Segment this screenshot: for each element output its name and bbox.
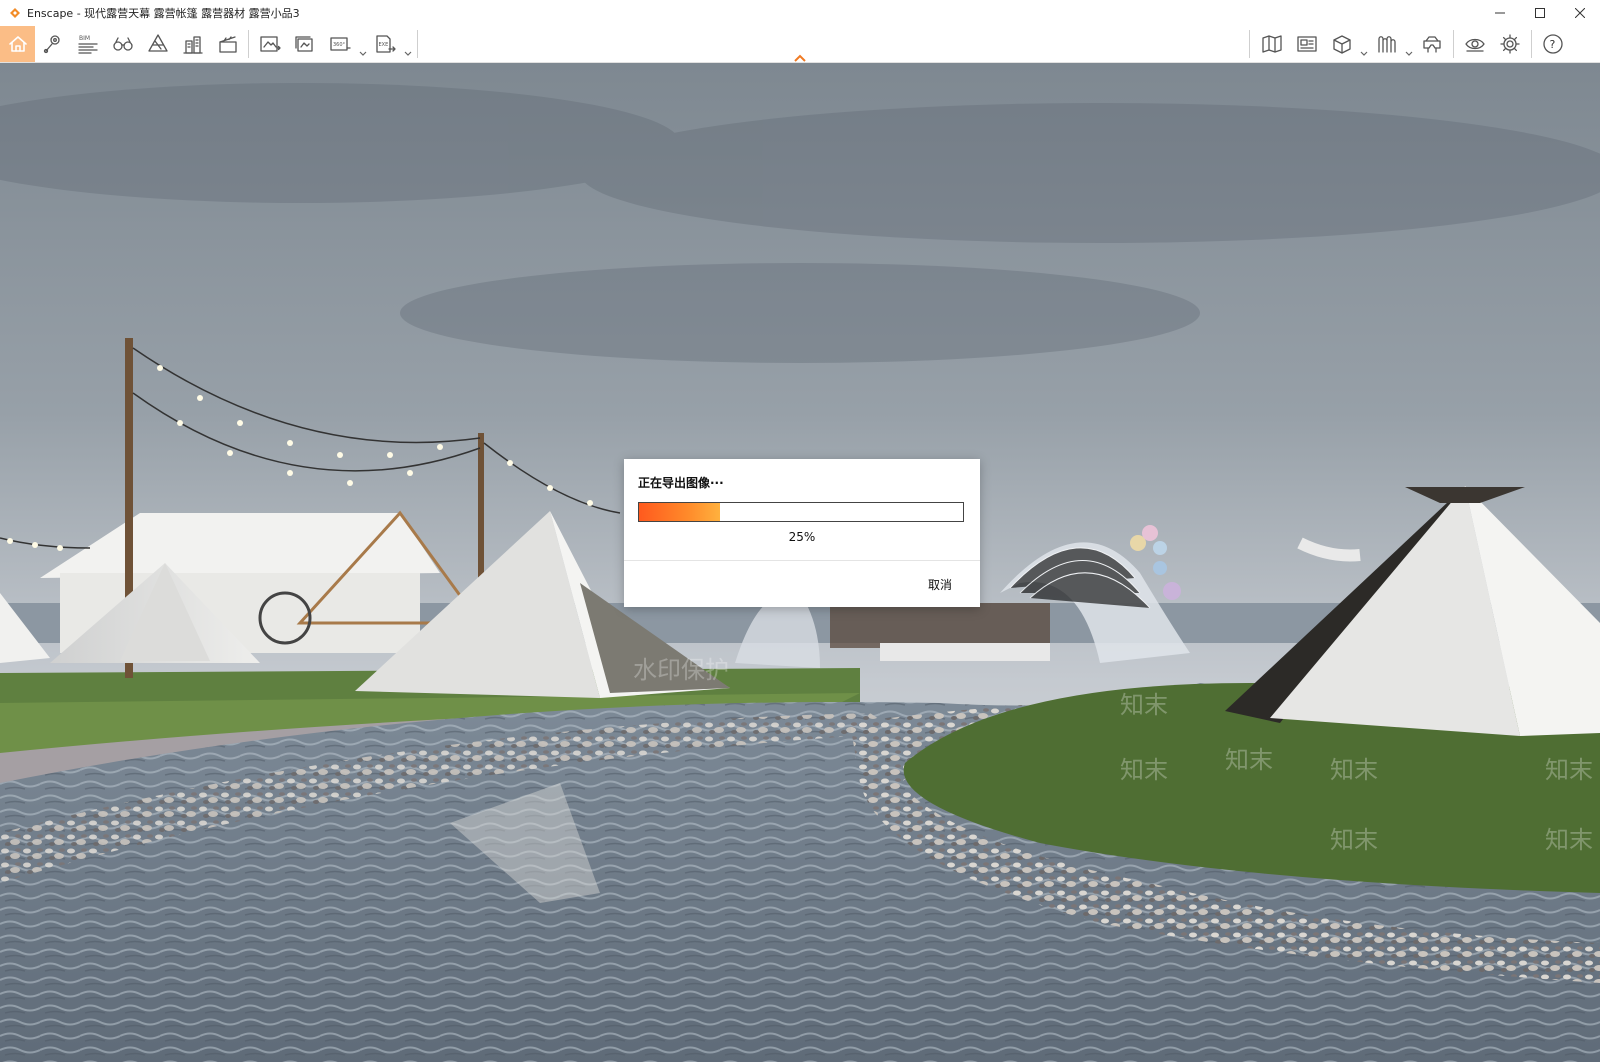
chevron-down-icon [404,51,412,56]
watermark-text: 知末 [1225,746,1273,774]
progress-fill [639,503,720,521]
chevron-down-icon [1405,51,1413,56]
batch-render-icon [295,36,313,52]
panorama-icon-label: 360° [333,42,346,48]
toolbar-separator [1453,30,1454,58]
toolbar-separator [248,30,249,58]
minimize-button[interactable] [1480,0,1520,26]
cube-button[interactable] [1329,27,1355,61]
chevron-down-icon [359,51,367,56]
video-editor-button[interactable] [215,27,241,61]
panorama-button[interactable]: 360° [327,27,353,61]
visual-settings-dropdown[interactable] [1405,42,1413,56]
batch-render-button[interactable] [292,27,318,61]
views-button[interactable] [40,27,66,61]
map-pin-icon [43,35,60,54]
panorama-360-icon: 360° [330,37,351,51]
visual-settings-icon [1378,36,1396,53]
map-button[interactable] [1259,27,1285,61]
screenshot-button[interactable] [257,27,283,61]
enscape-logo-icon [10,8,20,18]
minimize-icon [1495,12,1505,14]
buildings-icon [183,36,203,54]
cancel-button[interactable]: 取消 [928,576,952,593]
export-progress-dialog: 正在导出图像··· 25% 取消 [624,459,980,607]
exe-icon-label: EXE [379,42,389,48]
screenshot-icon [260,36,281,52]
watermark-text: 水印保护 [633,656,729,684]
toolbar-separator [417,30,418,58]
settings-button[interactable] [1497,27,1523,61]
export-dropdown[interactable] [404,42,412,56]
panorama-dropdown[interactable] [359,42,367,56]
watermark-text: 知末 [1120,691,1168,719]
dialog-title: 正在导出图像··· [638,476,724,490]
collapse-toolbar-button[interactable] [793,48,807,62]
home-icon [8,36,27,52]
bim-button[interactable]: BIM [75,27,101,61]
dialog-divider [624,560,980,561]
export-exe-button[interactable]: EXE [372,27,398,61]
help-icon: ? [1543,34,1563,54]
home-button[interactable] [0,26,35,62]
close-button[interactable] [1560,0,1600,26]
title-bar: Enscape - 现代露营天幕 露营帐篷 露营器材 露营小品3 [0,0,1600,26]
chevron-up-icon [794,54,806,62]
bim-icon-label: BIM [79,35,90,42]
toolbar-separator [1249,30,1250,58]
watermark-text: 知末 [1545,756,1593,784]
maximize-button[interactable] [1520,0,1560,26]
gear-icon [1500,34,1520,54]
eye-icon [1465,38,1485,52]
binoculars-icon [113,37,133,51]
progress-percent: 25% [788,530,816,544]
bim-icon: BIM [78,35,98,54]
window-controls [1480,0,1600,26]
cube-dropdown[interactable] [1360,42,1368,56]
watermark-text: 知末 [1330,826,1378,854]
cube-icon [1333,35,1351,54]
asset-library-icon [1297,36,1317,52]
watermark-text: 知末 [1330,756,1378,784]
toolbar-separator [1531,30,1532,58]
close-icon [1575,8,1585,18]
asset-library-button[interactable] [1294,27,1320,61]
watermark-text: 知末 [1545,826,1593,854]
vr-button[interactable] [1419,27,1445,61]
chevron-down-icon [1360,51,1368,56]
help-icon-label: ? [1550,38,1556,51]
watermark-text: 知末 [1120,756,1168,784]
visual-settings-button[interactable] [1374,27,1400,61]
window-title: Enscape - 现代露营天幕 露营帐篷 露营器材 露营小品3 [27,7,300,20]
material-button[interactable] [145,27,171,61]
maximize-icon [1535,8,1545,18]
help-button[interactable]: ? [1540,27,1566,61]
map-icon [1262,35,1282,53]
export-exe-icon: EXE [376,35,396,53]
vr-headset-icon [1423,36,1441,53]
buildings-button[interactable] [180,27,206,61]
export-progress-bar [638,502,964,522]
walk-mode-button[interactable] [110,27,136,61]
material-icon [148,34,168,52]
clapperboard-icon [219,36,237,53]
eye-button[interactable] [1462,27,1488,61]
